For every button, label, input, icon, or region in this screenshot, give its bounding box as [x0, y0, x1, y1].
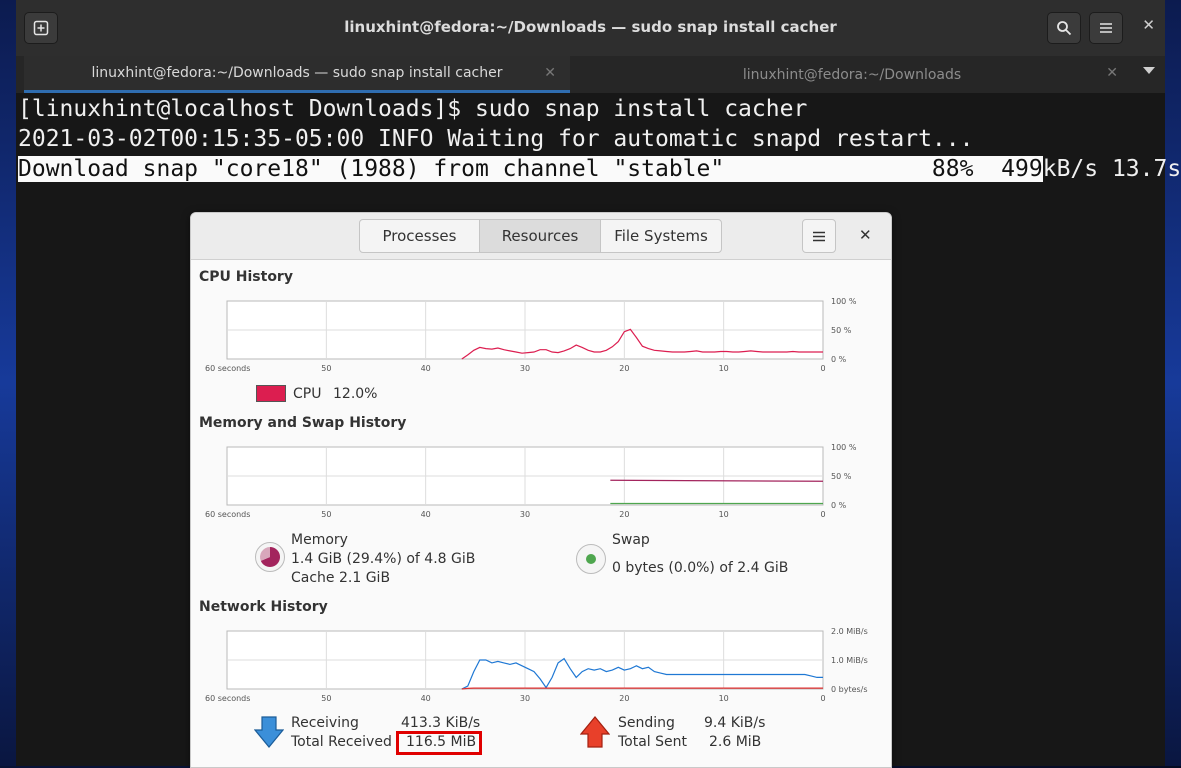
y-tick-label: 2.0 MiB/s — [831, 627, 868, 636]
memory-history-title: Memory and Swap History — [199, 415, 407, 431]
x-tick-label: 60 seconds — [205, 364, 250, 373]
x-tick-label: 20 — [619, 364, 629, 373]
x-tick-label: 50 — [321, 694, 331, 703]
x-tick-label: 0 — [820, 364, 825, 373]
progress-bar-filled: Download snap " — [18, 156, 226, 182]
download-arrow-icon[interactable] — [254, 715, 284, 749]
cpu-history-graph: 60 seconds 50 40 30 20 10 0 100 % 50 % 0 % — [205, 297, 857, 373]
terminal-progress-line: Download snap "core18" (1988) from chann… — [18, 154, 1181, 184]
x-tick-label: 40 — [421, 364, 431, 373]
progress-snap-name: core18 — [225, 156, 309, 182]
window-title: linuxhint@fedora:~/Downloads — sudo snap… — [344, 18, 837, 36]
total-sent-label: Total Sent — [618, 734, 688, 750]
y-tick-label: 50 % — [831, 326, 852, 335]
terminal-headerbar: linuxhint@fedora:~/Downloads — sudo snap… — [16, 0, 1165, 57]
tab-close-icon[interactable]: ✕ — [544, 65, 556, 81]
total-sent-value: 2.6 MiB — [709, 734, 762, 750]
swap-pie-icon[interactable] — [575, 543, 607, 575]
network-history-title: Network History — [199, 599, 328, 615]
x-tick-label: 20 — [619, 694, 629, 703]
memory-pie-icon[interactable] — [254, 541, 286, 573]
memory-cache: Cache 2.1 GiB — [291, 570, 391, 586]
terminal-line: 2021-03-02T00:15:35-05:00 INFO Waiting f… — [18, 126, 974, 152]
x-tick-label: 60 seconds — [205, 510, 250, 519]
progress-speed: kB/s 13.7s — [1042, 156, 1181, 182]
total-received-label: Total Received — [291, 734, 392, 750]
x-tick-label: 30 — [520, 694, 530, 703]
tab-close-icon[interactable]: ✕ — [1106, 65, 1118, 81]
window-close-button[interactable]: ✕ — [1142, 16, 1155, 34]
tab-active[interactable]: linuxhint@fedora:~/Downloads — sudo snap… — [24, 56, 570, 93]
x-tick-label: 60 seconds — [205, 694, 250, 703]
x-tick-label: 10 — [719, 694, 729, 703]
sending-label: Sending — [618, 715, 675, 731]
system-monitor-window: Processes Resources File Systems ✕ CPU H… — [190, 212, 892, 768]
tab-label: linuxhint@fedora:~/Downloads — [742, 66, 962, 83]
network-history-graph: 60 seconds 50 40 30 20 10 0 2.0 MiB/s 1.0 MiB/s 0… — [205, 627, 868, 703]
y-tick-label: 0 % — [831, 501, 847, 510]
memory-history-graph: 60 seconds 50 40 30 20 10 0 100 % 50 % 0 % — [205, 443, 857, 519]
tab-inactive[interactable]: linuxhint@fedora:~/Downloads ✕ — [572, 56, 1132, 93]
x-tick-label: 40 — [421, 510, 431, 519]
tab-bar: linuxhint@fedora:~/Downloads — sudo snap… — [16, 56, 1165, 93]
x-tick-label: 50 — [321, 510, 331, 519]
receiving-value: 413.3 KiB/s — [401, 715, 481, 731]
y-tick-label: 0 % — [831, 355, 847, 364]
y-tick-label: 100 % — [831, 297, 857, 306]
x-tick-label: 30 — [520, 510, 530, 519]
cpu-label: CPU — [293, 386, 322, 402]
swap-used: 0 bytes (0.0%) of 2.4 GiB — [612, 560, 789, 576]
cpu-color-swatch[interactable] — [256, 385, 286, 402]
y-tick-label: 0 bytes/s — [831, 685, 868, 694]
close-icon: ✕ — [1142, 16, 1155, 34]
memory-label: Memory — [291, 532, 348, 548]
y-tick-label: 1.0 MiB/s — [831, 656, 868, 665]
cpu-value: 12.0% — [333, 386, 378, 402]
hamburger-menu-icon — [1100, 23, 1112, 33]
x-tick-label: 30 — [520, 364, 530, 373]
desktop-background-right — [1165, 0, 1181, 766]
swap-label: Swap — [612, 532, 650, 548]
upload-arrow-icon[interactable] — [580, 715, 610, 749]
terminal-line: [linuxhint@localhost Downloads]$ sudo sn… — [18, 96, 808, 122]
x-tick-label: 10 — [719, 364, 729, 373]
sending-value: 9.4 KiB/s — [704, 715, 766, 731]
memory-used: 1.4 GiB (29.4%) of 4.8 GiB — [291, 551, 476, 567]
tab-list-chevron-down-icon[interactable] — [1143, 67, 1155, 74]
x-tick-label: 20 — [619, 510, 629, 519]
x-tick-label: 0 — [820, 510, 825, 519]
x-tick-label: 10 — [719, 510, 729, 519]
search-icon — [1057, 21, 1072, 36]
search-button[interactable] — [1047, 12, 1081, 44]
y-tick-label: 50 % — [831, 472, 852, 481]
x-tick-label: 40 — [421, 694, 431, 703]
desktop-background-left — [0, 0, 16, 766]
x-tick-label: 0 — [820, 694, 825, 703]
menu-button[interactable] — [1089, 12, 1123, 44]
resource-graphs: 60 seconds 50 40 30 20 10 0100 %50 %0 % 60 sec… — [205, 297, 868, 703]
progress-bar-filled: " (1988) from channel "stable" 88% 499 — [308, 156, 1043, 182]
y-tick-label: 100 % — [831, 443, 857, 452]
x-tick-label: 50 — [321, 364, 331, 373]
receiving-label: Receiving — [291, 715, 359, 731]
tab-label: linuxhint@fedora:~/Downloads — sudo snap… — [91, 65, 503, 81]
total-received-highlight-box — [396, 731, 482, 755]
